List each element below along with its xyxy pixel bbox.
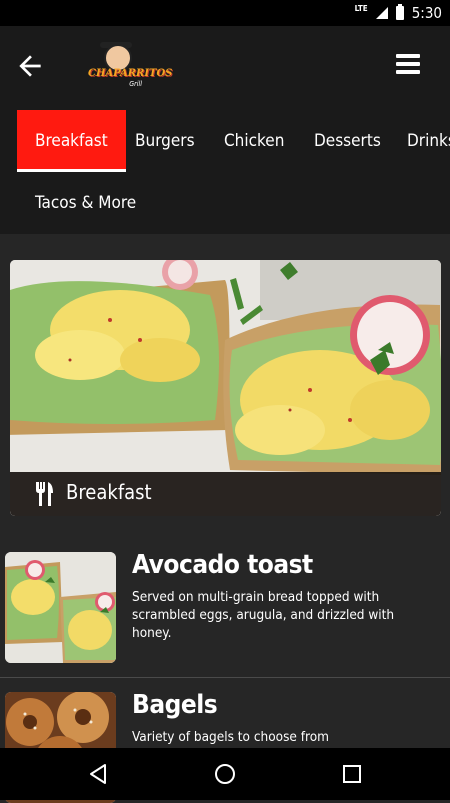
logo-subtext: Grill — [129, 80, 142, 88]
back-arrow-icon[interactable] — [14, 50, 46, 82]
nav-back-icon[interactable] — [86, 762, 110, 786]
item-title: Avocado toast — [132, 550, 313, 580]
logo: CHAPARRITOS Grill — [88, 42, 173, 92]
nav-recents-icon[interactable] — [340, 762, 364, 786]
nav-home-icon[interactable] — [213, 762, 237, 786]
status-bar: LTE 5:30 — [0, 0, 450, 26]
item-description: Variety of bagels to choose from — [132, 729, 329, 745]
divider — [0, 677, 450, 678]
system-navigation-bar — [0, 748, 450, 800]
featured-category-card[interactable]: Breakfast — [10, 260, 441, 516]
tab-burgers[interactable]: Burgers — [117, 110, 213, 172]
tab-breakfast[interactable]: Breakfast — [17, 110, 126, 172]
network-type: LTE — [354, 4, 368, 13]
featured-title: Breakfast — [66, 480, 152, 504]
menu-item[interactable]: Avocado toast Served on multi-grain brea… — [0, 540, 450, 663]
tab-drinks[interactable]: Drinks — [389, 110, 450, 172]
battery-icon — [395, 4, 404, 20]
featured-caption: Breakfast — [10, 472, 441, 516]
tab-tacos-more[interactable]: Tacos & More — [17, 172, 154, 234]
item-thumbnail — [5, 552, 116, 663]
app-bar: CHAPARRITOS Grill — [0, 26, 450, 110]
hamburger-menu-icon[interactable] — [396, 54, 420, 74]
logo-text: CHAPARRITOS — [88, 68, 173, 79]
category-tabs: Breakfast Burgers Chicken Desserts Drink… — [0, 110, 450, 234]
tab-desserts[interactable]: Desserts — [296, 110, 399, 172]
utensils-icon — [36, 482, 53, 506]
signal-icon — [375, 7, 388, 19]
tab-chicken[interactable]: Chicken — [206, 110, 302, 172]
status-time: 5:30 — [411, 4, 442, 22]
item-description: Served on multi-grain bread topped with … — [132, 589, 395, 641]
item-title: Bagels — [132, 690, 218, 720]
